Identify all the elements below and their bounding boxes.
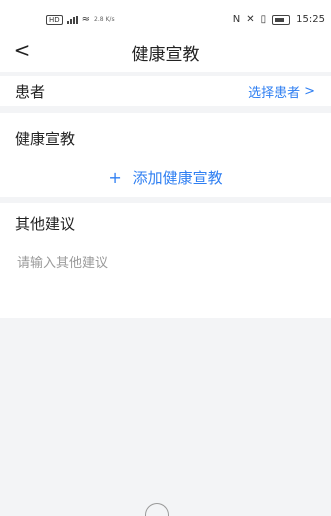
patient-row[interactable]: 患者 选择患者 > [0,76,331,106]
status-right: N ✕ ▯ 15:25 [233,14,325,25]
choose-patient-label: 选择患者 [248,86,301,101]
plus-icon: + [108,168,122,187]
patient-label: 患者 [15,83,46,101]
status-left: HD ≈ 2.8 K/s [46,14,115,25]
other-advice-label: 其他建议 [15,215,76,233]
alarm-icon: ✕ [246,14,255,25]
add-health-education-label: 添加健康宣教 [132,169,223,187]
home-indicator[interactable] [145,503,169,516]
status-bar: HD ≈ 2.8 K/s N ✕ ▯ 15:25 [0,0,331,30]
signal-icon [66,15,78,24]
battery-icon [272,14,291,25]
network-speed: 2.8 K/s [94,15,115,23]
chevron-right-icon: > [304,84,315,99]
page-title: 健康宣教 [131,45,200,65]
choose-patient-button[interactable]: 选择患者 > [248,82,315,101]
hd-icon: HD [46,14,63,25]
health-education-label: 健康宣教 [15,130,76,148]
add-health-education-button[interactable]: + 添加健康宣教 [0,167,331,188]
nfc-icon: N [232,14,241,25]
other-advice-section: 其他建议 [0,203,331,318]
navigation-bar: < 健康宣教 [0,30,331,72]
other-advice-input[interactable] [15,255,319,272]
wifi-icon: ≈ [81,14,91,25]
vibrate-icon: ▯ [260,14,267,25]
clock-time: 15:25 [296,14,325,25]
health-education-section: 健康宣教 + 添加健康宣教 [0,113,331,197]
